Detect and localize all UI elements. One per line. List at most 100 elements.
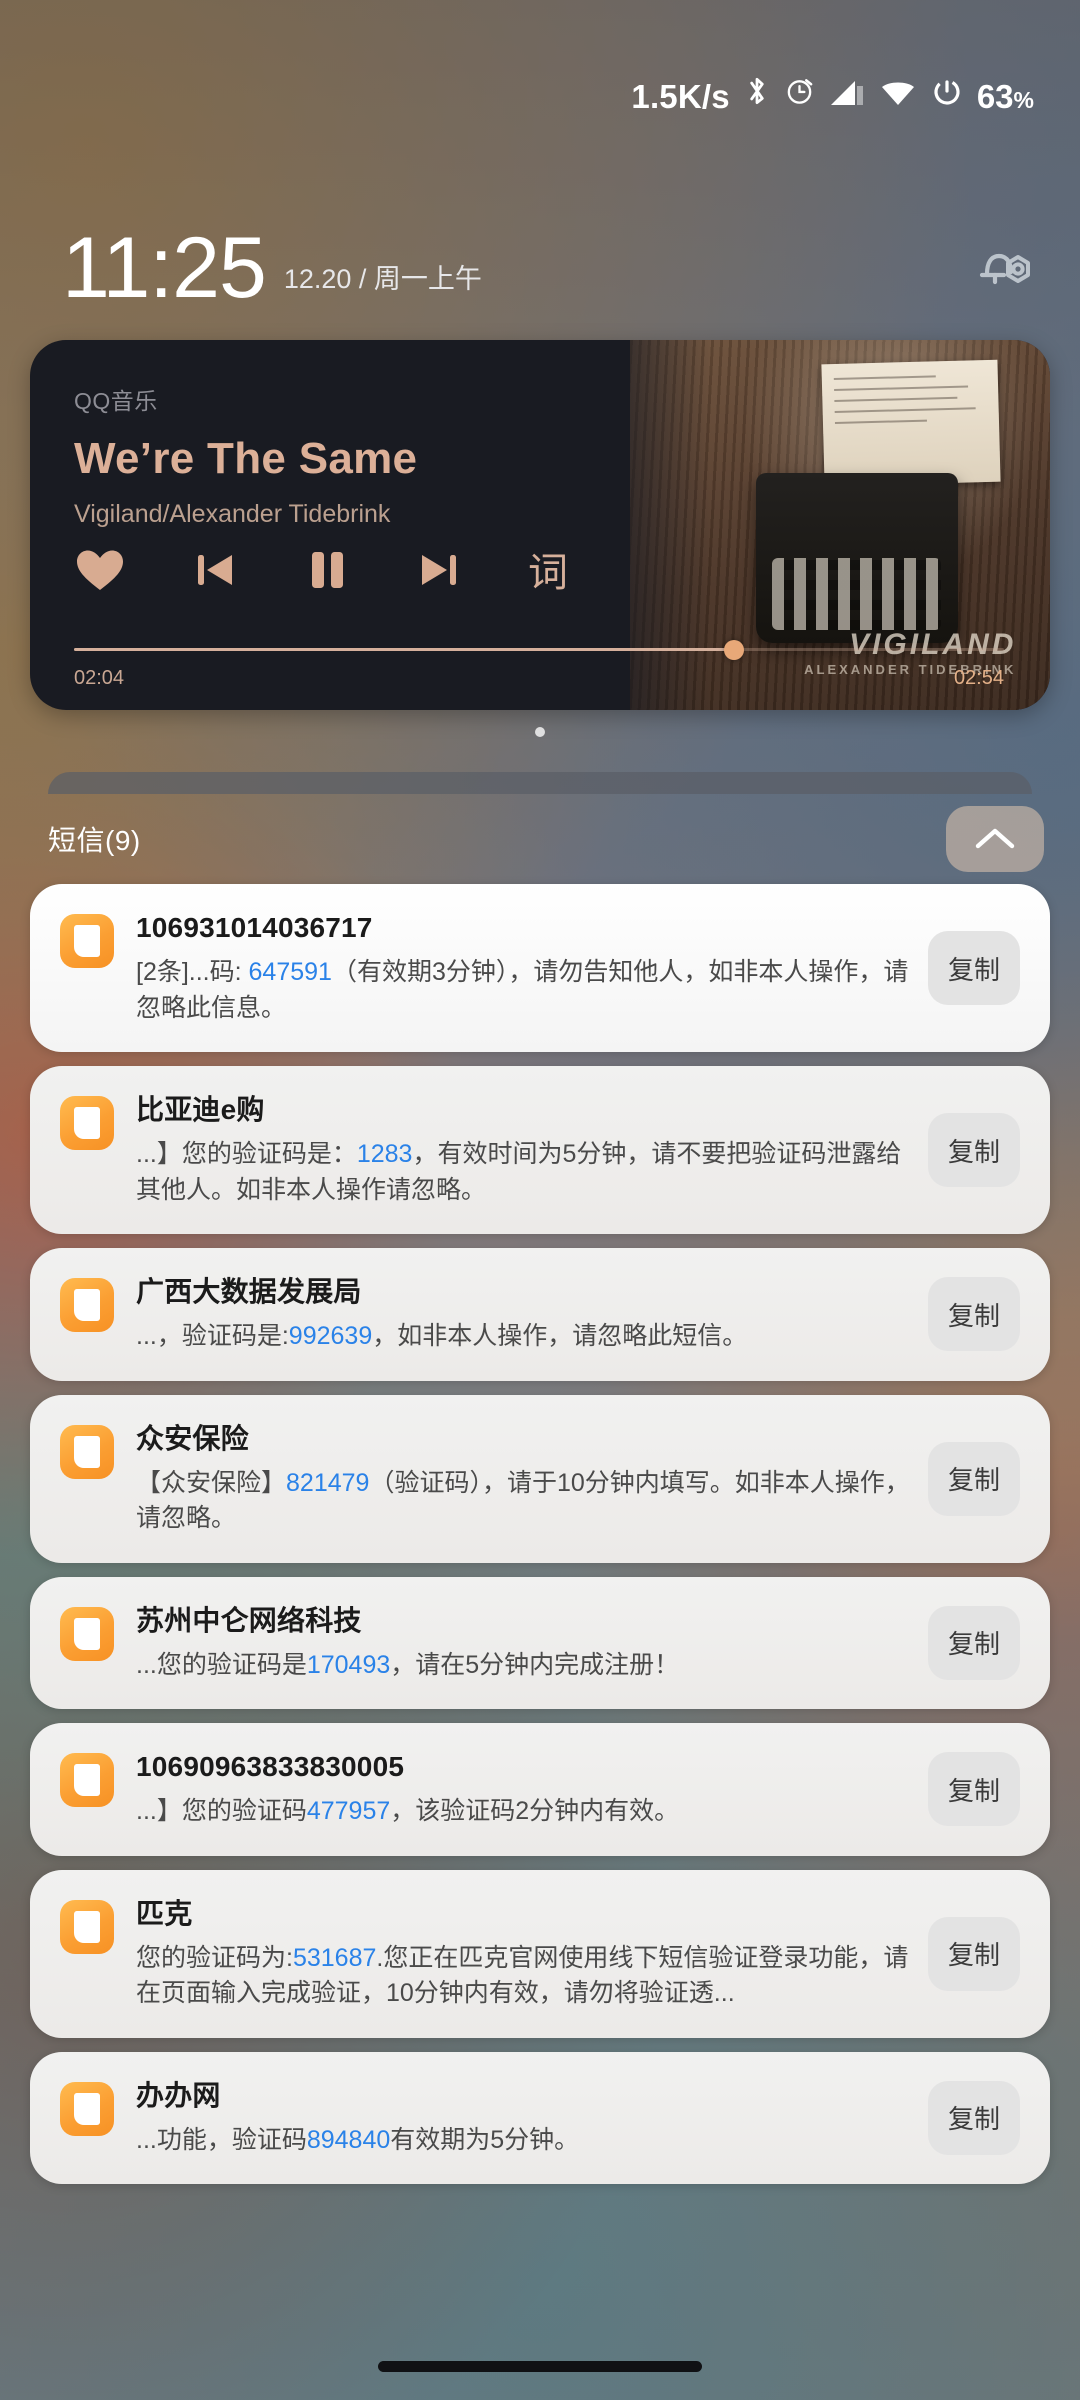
battery-percent-label: 63% (976, 77, 1034, 115)
media-time-row: 02:04 02:54 (74, 667, 1004, 690)
notification-sender: 匹克 (136, 1897, 193, 1929)
copy-code-button[interactable]: 复制 (928, 931, 1020, 1005)
notification-body-prefix: [2条]...码: (136, 958, 249, 986)
notification-card[interactable]: 匹克 您的验证码为:531687.您正在匹克官网使用线下短信验证登录功能，请在页面… (30, 1869, 1050, 2038)
verification-code: 894840 (306, 2125, 391, 2154)
sms-group-title: 短信(9) (48, 825, 141, 856)
sms-app-icon (60, 914, 114, 968)
notification-text: 比亚迪e购 ...】您的验证码是：1283，有效时间为5分钟，请不要把验证码泄露给… (136, 1092, 928, 1208)
favorite-icon[interactable] (74, 547, 126, 598)
notification-sender: 众安保险 (136, 1422, 249, 1454)
notification-sender: 106931014036717 (136, 912, 373, 943)
notification-card[interactable]: 广西大数据发展局 ...，验证码是:992639，如非本人操作，请忽略此短信。 复制 (30, 1248, 1050, 1381)
notification-body: ...功能，验证码894840有效期为5分钟。 (136, 2123, 914, 2159)
notification-body-prefix: 【众安保险】 (136, 1468, 287, 1497)
notification-card[interactable]: 10690963833830005 ...】您的验证码477957，该验证码2分钟… (30, 1723, 1050, 1856)
notification-list: 106931014036717 [2条]...码: 647591（有效期3分钟），… (30, 884, 1050, 2198)
pause-icon[interactable] (304, 546, 350, 599)
alarm-clock-icon (784, 74, 815, 113)
media-progress-knob[interactable] (724, 639, 745, 660)
previous-track-icon[interactable] (192, 547, 238, 598)
verification-code: 1283 (356, 1140, 413, 1168)
media-track-artist: Vigiland/Alexander Tidebrink (74, 500, 391, 528)
copy-code-button[interactable]: 复制 (928, 1752, 1020, 1827)
copy-code-button[interactable]: 复制 (928, 1605, 1020, 1680)
notification-text: 匹克 您的验证码为:531687.您正在匹克官网使用线下短信验证登录功能，请在页面… (136, 1896, 928, 2012)
notification-body: ...您的验证码是170493，请在5分钟内完成注册！ (136, 1648, 914, 1684)
notification-body: 【众安保险】821479（验证码），请于10分钟内填写。如非本人操作，请忽略。 (136, 1466, 914, 1537)
page-dot (535, 727, 545, 737)
sms-app-icon (60, 1899, 114, 1954)
notification-sender: 比亚迪e购 (136, 1094, 265, 1125)
copy-code-button[interactable]: 复制 (928, 1916, 1020, 1991)
collapse-group-button[interactable] (946, 806, 1044, 872)
verification-code: 821479 (286, 1468, 370, 1497)
notification-body: ...】您的验证码是：1283，有效时间为5分钟，请不要把验证码泄露给其他人。如… (136, 1137, 914, 1208)
notification-card[interactable]: 办办网 ...功能，验证码894840有效期为5分钟。 复制 (30, 2051, 1050, 2184)
media-app-name: QQ音乐 (74, 388, 158, 414)
notification-body-prefix: ...，验证码是: (136, 1322, 289, 1350)
copy-code-button[interactable]: 复制 (928, 2080, 1020, 2155)
verification-code: 477957 (306, 1797, 391, 1825)
notification-body-prefix: ...功能，验证码 (136, 2125, 307, 2154)
notification-card[interactable]: 106931014036717 [2条]...码: 647591（有效期3分钟），… (30, 884, 1050, 1052)
chevron-up-icon (975, 828, 1015, 849)
notification-sender: 办办网 (136, 2079, 221, 2111)
copy-code-button[interactable]: 复制 (928, 1441, 1020, 1516)
clock-time: 11:25 (62, 219, 267, 316)
media-progress-track[interactable] (74, 639, 1004, 660)
notification-body-suffix: ，请在5分钟内完成注册！ (390, 1650, 680, 1679)
media-progress-fill (74, 648, 735, 651)
notification-card[interactable]: 苏州中仑网络科技 ...您的验证码是170493，请在5分钟内完成注册！ 复制 (30, 1576, 1050, 1709)
notification-body-suffix: ，如非本人操作，请忽略此短信。 (372, 1322, 748, 1350)
verification-code: 992639 (288, 1322, 373, 1350)
notification-sender: 10690963833830005 (136, 1751, 405, 1782)
notification-body: [2条]...码: 647591（有效期3分钟），请勿告知他人，如非本人操作，请… (136, 955, 914, 1026)
notification-body-suffix: ，该验证码2分钟内有效。 (390, 1797, 680, 1825)
notification-text: 广西大数据发展局 ...，验证码是:992639，如非本人操作，请忽略此短信。 (136, 1274, 928, 1355)
media-total-time: 02:54 (953, 667, 1004, 689)
media-elapsed-time: 02:04 (74, 667, 125, 689)
notification-text: 众安保险【众安保险】821479（验证码），请于10分钟内填写。如非本人操作，请… (136, 1421, 928, 1537)
home-indicator[interactable] (378, 2361, 702, 2372)
notification-body: ...】您的验证码477957，该验证码2分钟内有效。 (136, 1794, 914, 1830)
notification-body-prefix: 您的验证码为: (136, 1943, 293, 1972)
notification-sender: 苏州中仑网络科技 (136, 1604, 362, 1636)
cellular-signal-icon (829, 78, 865, 113)
media-track-title: We’re The Same (74, 434, 418, 483)
notification-body-prefix: ...】您的验证码 (136, 1797, 307, 1825)
sms-app-icon (60, 1606, 114, 1661)
sms-app-icon (60, 1278, 114, 1332)
status-bar-icons: 1.5K/s 63% (631, 48, 1034, 113)
sms-app-icon (60, 1753, 114, 1807)
wifi-icon (879, 78, 917, 113)
sms-app-icon (60, 1096, 114, 1150)
notification-text: 10690963833830005 ...】您的验证码477957，该验证码2分钟… (136, 1749, 928, 1830)
clock-date: 12.20 / 周一上午 (283, 264, 482, 294)
media-page-indicator (0, 727, 1080, 737)
notification-settings-button[interactable] (974, 241, 1036, 302)
bluetooth-icon (744, 74, 770, 113)
lockscreen-clock-row: 11:25 12.20 / 周一上午 (0, 198, 1080, 316)
media-progress-area[interactable]: 02:04 02:54 (74, 639, 1004, 690)
next-track-icon[interactable] (416, 547, 462, 598)
status-bar: 1.5K/s 63% (0, 0, 1080, 160)
notification-body: ...，验证码是:992639，如非本人操作，请忽略此短信。 (136, 1319, 914, 1355)
media-controls: 词 (74, 546, 568, 599)
verification-code: 531687 (292, 1943, 377, 1972)
notification-body-prefix: ...】您的验证码是： (136, 1140, 357, 1168)
notification-text: 办办网 ...功能，验证码894840有效期为5分钟。 (136, 2078, 928, 2159)
copy-code-button[interactable]: 复制 (928, 1113, 1020, 1187)
copy-code-button[interactable]: 复制 (928, 1277, 1020, 1352)
media-player-card[interactable]: VIGILAND ALEXANDER TIDEBRINK QQ音乐 We’re … (30, 340, 1050, 710)
sms-app-icon (60, 1424, 114, 1479)
notification-card[interactable]: 众安保险【众安保险】821479（验证码），请于10分钟内填写。如非本人操作，请… (30, 1394, 1050, 1563)
lyrics-button[interactable]: 词 (528, 553, 568, 593)
verification-code: 647591 (248, 958, 332, 986)
notification-body-suffix: 有效期为5分钟。 (390, 2125, 580, 2154)
notification-card[interactable]: 比亚迪e购 ...】您的验证码是：1283，有效时间为5分钟，请不要把验证码泄露给… (30, 1066, 1050, 1234)
notification-body-prefix: ...您的验证码是 (136, 1650, 307, 1679)
battery-icon (931, 76, 963, 113)
network-speed-label: 1.5K/s (631, 77, 730, 115)
sms-app-icon (60, 2081, 114, 2136)
